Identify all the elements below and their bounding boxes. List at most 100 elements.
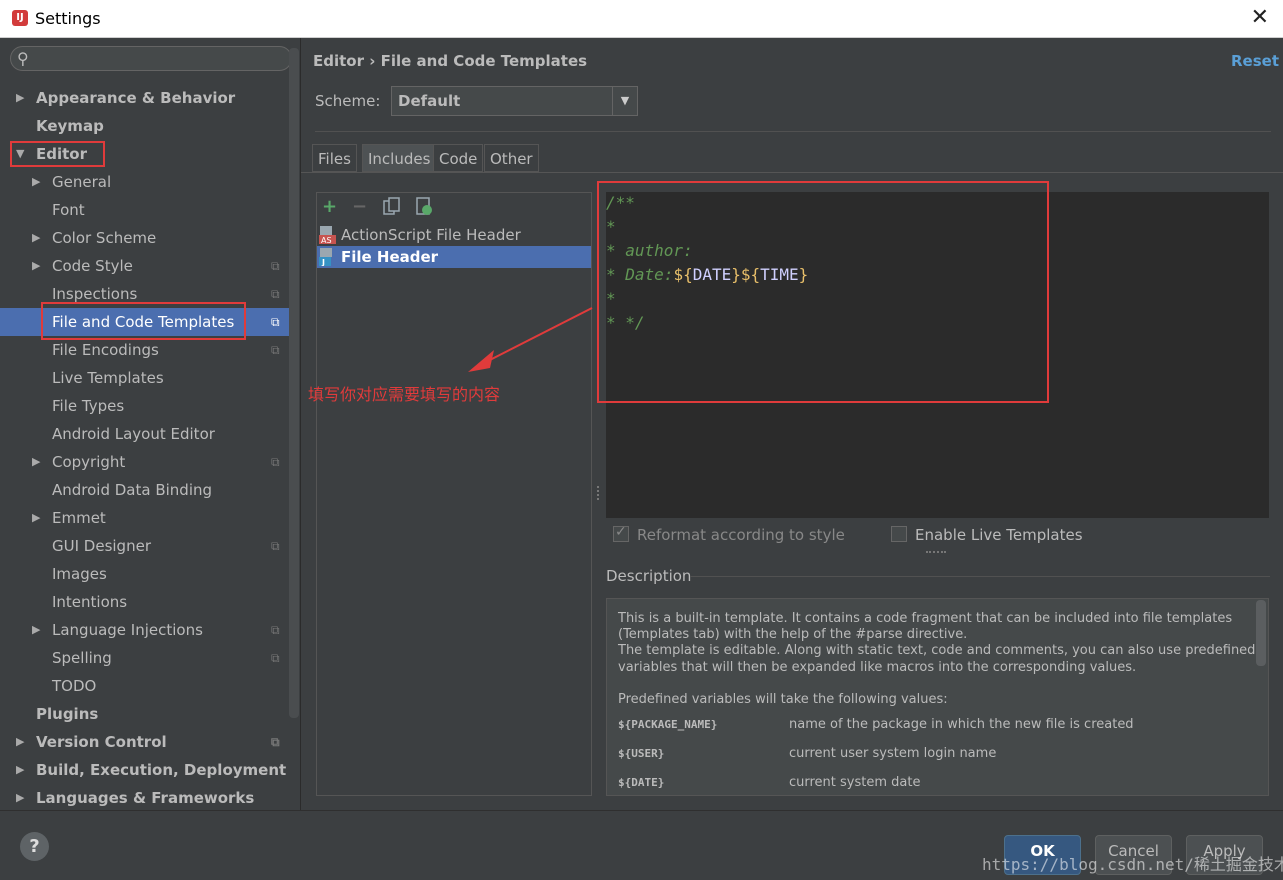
chevron-right-icon[interactable]: ▶	[32, 168, 40, 196]
reformat-checkbox[interactable]	[613, 524, 629, 542]
sidebar-item-general[interactable]: ▶ General	[0, 168, 289, 196]
sidebar-item-label: File Encodings	[52, 341, 159, 359]
project-scope-icon: ⧉	[271, 539, 280, 553]
annotation-arrow	[468, 307, 593, 372]
sidebar-item-languages-frameworks[interactable]: ▶ Languages & Frameworks	[0, 784, 289, 812]
chevron-right-icon[interactable]: ▶	[32, 448, 40, 476]
project-scope-icon: ⧉	[271, 259, 280, 273]
sidebar-item-label: Plugins	[36, 705, 99, 723]
copy-icon[interactable]	[383, 197, 401, 217]
separator	[690, 576, 1270, 577]
search-icon: ⚲	[17, 49, 29, 68]
sidebar-item-label: Live Templates	[52, 369, 164, 387]
code-line-6: * */	[606, 313, 645, 332]
chevron-right-icon[interactable]: ▶	[16, 756, 24, 784]
live-templates-label: Enable Live Templates	[915, 526, 1083, 544]
sidebar-item-plugins[interactable]: Plugins	[0, 700, 289, 728]
sidebar-item-live-templates[interactable]: Live Templates	[0, 364, 289, 392]
sidebar-item-label: Intentions	[52, 593, 128, 611]
variable-desc: current user system login name	[789, 746, 997, 761]
project-scope-icon: ⧉	[271, 623, 280, 637]
description-title: Description	[606, 567, 692, 585]
remove-icon[interactable]: −	[352, 196, 367, 217]
chevron-right-icon[interactable]: ▶	[32, 504, 40, 532]
list-item-label: ActionScript File Header	[341, 226, 521, 244]
search-input[interactable]: ⚲	[10, 46, 292, 71]
template-editor[interactable]	[606, 192, 1269, 518]
sidebar-item-font[interactable]: Font	[0, 196, 289, 224]
sidebar-item-emmet[interactable]: ▶ Emmet	[0, 504, 289, 532]
java-file-icon: J	[319, 248, 332, 266]
description-text: variables that will then be expanded lik…	[618, 660, 1137, 675]
project-scope-icon: ⧉	[271, 343, 280, 357]
chevron-right-icon[interactable]: ▶	[16, 784, 24, 812]
chevron-down-icon[interactable]: ▼	[612, 87, 637, 115]
chevron-right-icon[interactable]: ▶	[32, 616, 40, 644]
sidebar-item-gui-designer[interactable]: GUI Designer ⧉	[0, 532, 289, 560]
sidebar-item-version-control[interactable]: ▶ Version Control ⧉	[0, 728, 289, 756]
chevron-right-icon[interactable]: ▶	[32, 252, 40, 280]
reformat-label: Reformat according to style	[637, 526, 845, 544]
sidebar-item-keymap[interactable]: Keymap	[0, 112, 289, 140]
description-box: This is a built-in template. It contains…	[606, 598, 1269, 796]
list-item[interactable]: AS ActionScript File Header	[317, 224, 591, 246]
sidebar-scrollbar[interactable]	[289, 48, 299, 718]
chevron-right-icon[interactable]: ▶	[32, 224, 40, 252]
list-item-label: File Header	[341, 248, 439, 266]
sidebar-item-language-injections[interactable]: ▶ Language Injections ⧉	[0, 616, 289, 644]
variable-desc: current system date	[789, 775, 921, 790]
list-item[interactable]: J File Header	[317, 246, 591, 268]
sidebar-item-file-types[interactable]: File Types	[0, 392, 289, 420]
scheme-dropdown[interactable]: Default ▼	[391, 86, 638, 116]
svg-text:AS: AS	[321, 236, 332, 244]
reset-link[interactable]: Reset	[1231, 52, 1279, 70]
sidebar-item-label: Android Data Binding	[52, 481, 213, 499]
sidebar-item-file-and-code-templates[interactable]: File and Code Templates ⧉	[0, 308, 289, 336]
sidebar-item-file-encodings[interactable]: File Encodings ⧉	[0, 336, 289, 364]
splitter-handle[interactable]	[597, 486, 603, 500]
sidebar-item-label: GUI Designer	[52, 537, 151, 555]
tab-code[interactable]: Code	[433, 144, 484, 172]
sidebar-item-intentions[interactable]: Intentions	[0, 588, 289, 616]
sidebar-item-label: Languages & Frameworks	[36, 789, 255, 807]
chevron-right-icon[interactable]: ▶	[16, 728, 24, 756]
chevron-right-icon[interactable]: ▶	[16, 84, 24, 112]
description-scrollbar[interactable]	[1256, 600, 1266, 666]
splitter-handle-horizontal[interactable]	[926, 551, 946, 556]
sidebar-item-label: File Types	[52, 397, 125, 415]
sidebar-item-label: Editor	[36, 145, 87, 163]
sidebar-item-inspections[interactable]: Inspections ⧉	[0, 280, 289, 308]
sidebar-item-build-execution-deployment[interactable]: ▶ Build, Execution, Deployment	[0, 756, 289, 784]
sidebar-item-appearance-behavior[interactable]: ▶ Appearance & Behavior	[0, 84, 289, 112]
sidebar-item-android-data-binding[interactable]: Android Data Binding	[0, 476, 289, 504]
sidebar-item-color-scheme[interactable]: ▶ Color Scheme	[0, 224, 289, 252]
help-button[interactable]: ?	[20, 832, 49, 861]
sidebar-item-android-layout-editor[interactable]: Android Layout Editor	[0, 420, 289, 448]
close-icon[interactable]: ✕	[1251, 5, 1269, 30]
sidebar-item-todo[interactable]: TODO	[0, 672, 289, 700]
sidebar-item-copyright[interactable]: ▶ Copyright ⧉	[0, 448, 289, 476]
sidebar-item-images[interactable]: Images	[0, 560, 289, 588]
project-scope-icon: ⧉	[271, 735, 280, 749]
tab-files[interactable]: Files	[312, 144, 357, 172]
description-text: (Templates tab) with the help of the #pa…	[618, 627, 968, 642]
title-bar: IJ Settings ✕	[0, 0, 1283, 38]
tab-includes[interactable]: Includes	[362, 144, 437, 172]
sidebar-item-editor[interactable]: ▼ Editor	[0, 140, 289, 168]
chevron-down-icon[interactable]: ▼	[16, 140, 24, 168]
tab-other[interactable]: Other	[484, 144, 539, 172]
sidebar-item-label: Keymap	[36, 117, 104, 135]
sidebar-item-label: General	[52, 173, 112, 191]
sidebar-item-label: Font	[52, 201, 85, 219]
live-templates-checkbox[interactable]	[891, 526, 907, 542]
description-text: The template is editable. Along with sta…	[618, 643, 1256, 658]
sidebar-item-code-style[interactable]: ▶ Code Style ⧉	[0, 252, 289, 280]
code-line-3: * author:	[606, 241, 693, 260]
reset-template-icon[interactable]	[415, 197, 435, 217]
sidebar-item-spelling[interactable]: Spelling ⧉	[0, 644, 289, 672]
sidebar-item-label: Inspections	[52, 285, 138, 303]
code-line-1: /**	[606, 193, 635, 212]
add-icon[interactable]: +	[322, 196, 337, 217]
sidebar-item-label: Emmet	[52, 509, 106, 527]
code-line-5: *	[606, 289, 616, 308]
